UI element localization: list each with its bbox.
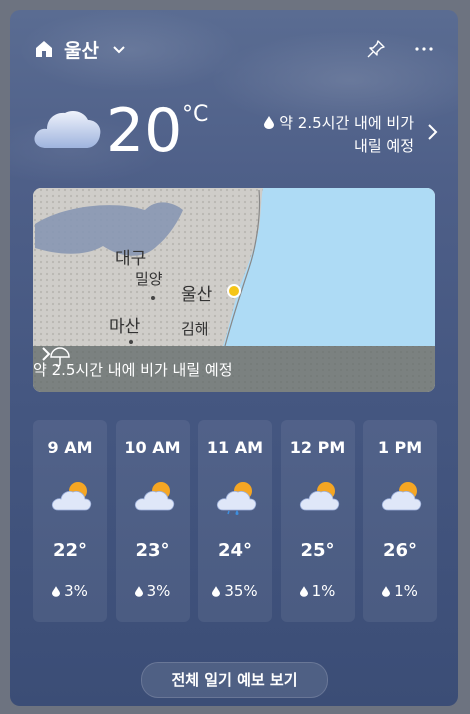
map-label-gimhae: 김해 [181,320,209,338]
current-temperature: 20 [106,96,183,166]
rain-alert[interactable]: 약 2.5시간 내에 비가 내릴 예정 [204,112,414,158]
hour-time: 1 PM [377,438,423,457]
map-label-ulsan: 울산 [181,285,213,305]
map-label-miryang: 밀양 [135,270,163,288]
hour-temperature: 25° [300,540,335,561]
chevron-down-icon[interactable] [111,41,127,57]
hour-temperature: 23° [135,540,170,561]
weather-widget: 울산 20 °C 약 2.5시간 내에 비가 내릴 예정 대구 밀양 울산 마산… [10,10,458,706]
rain-alert-line2: 내릴 예정 [354,137,414,155]
umbrella-icon [50,347,70,367]
home-icon [36,41,52,57]
hour-temperature: 24° [217,540,253,561]
pin-icon[interactable] [366,39,386,59]
more-options-icon[interactable] [414,39,434,59]
widget-header: 울산 [34,34,434,64]
hour-temperature: 22° [52,540,88,561]
hourly-card[interactable]: 11 AM 24° 35% [198,420,272,622]
hour-precipitation: 3% [116,582,190,600]
current-conditions: 20 °C 약 2.5시간 내에 비가 내릴 예정 [30,96,440,170]
hour-time: 12 PM [289,438,346,457]
full-forecast-button[interactable]: 전체 일기 예보 보기 [141,662,328,698]
header-actions [366,39,434,59]
rain-drop-icon [134,586,143,597]
hour-time: 11 AM [206,438,264,457]
hourly-card[interactable]: 10 AM 23° 3% [115,420,190,622]
rain-drop-icon [264,116,275,129]
rain-drop-icon [212,586,221,597]
partly-cloudy-icon [381,482,422,511]
hourly-card[interactable]: 12 PM 25° 1% [280,420,355,622]
map-rain-bar[interactable]: 약 2.5시간 내에 비가 내릴 예정 [33,346,435,392]
location-name[interactable]: 울산 [64,36,99,63]
partly-cloudy-icon [51,482,92,511]
hour-precipitation: 35% [198,582,272,600]
hourly-forecast: 9 AM 22° 3% 10 AM 23° 3% 11 AM 24° 35% 1… [33,420,437,622]
map-label-masan: 마산 [109,317,141,337]
hour-precipitation: 3% [33,582,107,600]
hourly-card[interactable]: 1 PM 26° 1% [363,420,437,622]
cloudy-icon [34,111,101,148]
rain-showers-icon [216,482,257,515]
partly-cloudy-icon [299,482,339,511]
hourly-card[interactable]: 9 AM 22° 3% [33,420,107,622]
chevron-right-icon[interactable] [426,122,440,142]
map-label-daegu: 대구 [115,249,147,269]
rain-drop-icon [299,586,308,597]
chevron-right-icon [42,347,51,361]
partly-cloudy-icon [134,482,174,511]
hour-temperature: 26° [382,540,418,561]
precipitation-map[interactable]: 대구 밀양 울산 마산 김해 약 2.5시간 내에 비가 내릴 예정 [33,188,435,392]
rain-drop-icon [52,586,61,597]
hour-time: 10 AM [124,438,181,457]
hour-precipitation: 1% [363,582,437,600]
rain-alert-line1: 약 2.5시간 내에 비가 [279,114,414,132]
hour-precipitation: 1% [281,582,355,600]
hour-time: 9 AM [47,438,93,457]
rain-drop-icon [382,586,391,597]
